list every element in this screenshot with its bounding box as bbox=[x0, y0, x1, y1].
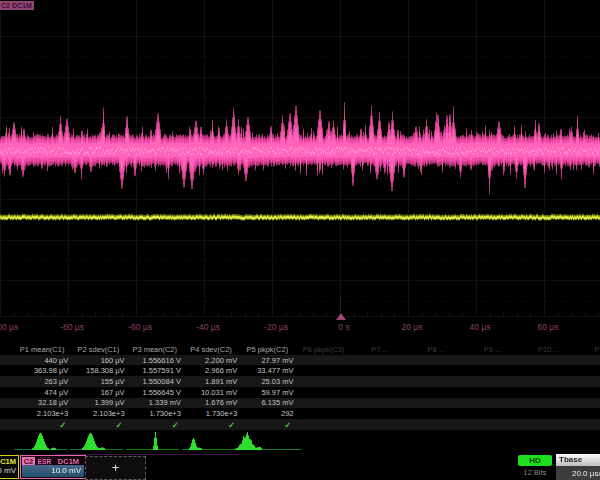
c1-scale-value: 50.0 mV bbox=[0, 465, 16, 476]
channel-c2-descriptor[interactable]: C2 ESR DC1M 10.0 mV bbox=[20, 455, 86, 479]
measure-value: 160 µV bbox=[70, 356, 126, 367]
measure-value: 1.891 mV bbox=[183, 377, 239, 388]
measure-value: 2.200 mV bbox=[183, 356, 239, 367]
measure-value: 292 bbox=[239, 409, 295, 420]
measure-header[interactable]: P2 sdev(C1) bbox=[70, 345, 126, 356]
channel-c1-descriptor[interactable]: DC1M 50.0 mV bbox=[0, 455, 19, 479]
measure-value: 1.730e+3 bbox=[127, 409, 183, 420]
measure-value: 1.339 mV bbox=[127, 398, 183, 409]
measure-value: 1.557591 V bbox=[127, 366, 183, 377]
time-axis-label: -20 µs bbox=[264, 322, 288, 332]
measure-value: 1.556645 V bbox=[127, 388, 183, 399]
measure-value: 474 µV bbox=[14, 388, 70, 399]
time-axis-label: 60 µs bbox=[538, 322, 559, 332]
measure-value: 1.556616 V bbox=[127, 356, 183, 367]
timebase-title: Tbase bbox=[556, 454, 600, 466]
measure-header[interactable]: P4 sdev(C2) bbox=[183, 345, 239, 356]
measure-value: 1.550084 V bbox=[127, 377, 183, 388]
measure-value: 155 µV bbox=[70, 377, 126, 388]
time-axis-label: -80 µs bbox=[60, 322, 84, 332]
measure-value: 167 µV bbox=[70, 388, 126, 399]
measure-status-check: ✓ bbox=[70, 421, 126, 430]
measure-value: 1.676 mV bbox=[183, 398, 239, 409]
measure-header-unused[interactable]: P11 ... bbox=[577, 345, 600, 356]
time-axis-label: -40 µs bbox=[196, 322, 220, 332]
measure-value: 25.03 mV bbox=[239, 377, 295, 388]
measure-value: 263 µV bbox=[14, 377, 70, 388]
plus-icon: + bbox=[112, 460, 120, 475]
trace-annotation: C2 DC1M bbox=[0, 1, 34, 10]
measure-header-unused[interactable]: P6 pkpk(C3) bbox=[296, 345, 352, 356]
measure-status-check: ✓ bbox=[183, 421, 239, 430]
measure-value: 1.399 µV bbox=[70, 398, 126, 409]
time-axis-label: -100 µs bbox=[0, 322, 18, 332]
measure-value: 33.477 mV bbox=[239, 366, 295, 377]
timebase-descriptor[interactable]: Tbase 20.0 µs/div bbox=[556, 454, 600, 480]
measure-value: 2.103e+3 bbox=[14, 409, 70, 420]
time-axis-label: 20 µs bbox=[402, 322, 423, 332]
measure-value: 6.135 mV bbox=[239, 398, 295, 409]
add-trace-button[interactable]: + bbox=[85, 456, 146, 480]
measure-value: 440 µV bbox=[14, 356, 70, 367]
measure-status-check: ✓ bbox=[239, 421, 295, 430]
measure-status-check: ✓ bbox=[14, 421, 70, 430]
timebase-value: 20.0 µs/div bbox=[572, 469, 600, 478]
hd-bits-label: 12 Bits bbox=[512, 468, 558, 477]
histicon-strip[interactable] bbox=[0, 431, 600, 455]
measure-value: 32.18 µV bbox=[14, 398, 70, 409]
measure-header[interactable]: P5 pkpk(C2) bbox=[239, 345, 295, 356]
measure-value: 2.103e+3 bbox=[70, 409, 126, 420]
c2-scale-value: 10.0 mV bbox=[22, 465, 84, 477]
measure-header[interactable]: P1 mean(C1) bbox=[14, 345, 70, 356]
time-axis-label: 0 s bbox=[338, 322, 349, 332]
measure-value: 1.730e+3 bbox=[183, 409, 239, 420]
measure-header[interactable]: P3 mean(C2) bbox=[127, 345, 183, 356]
measure-status-check: ✓ bbox=[127, 421, 183, 430]
measure-value: 363.98 µV bbox=[14, 366, 70, 377]
time-axis-label: -60 µs bbox=[128, 322, 152, 332]
measure-value: 27.97 mV bbox=[239, 356, 295, 367]
measure-value: 158.308 µV bbox=[70, 366, 126, 377]
measure-header-unused[interactable]: P10 ... bbox=[521, 345, 577, 356]
waveform-display[interactable] bbox=[0, 0, 600, 320]
measure-value: 10.031 mV bbox=[183, 388, 239, 399]
measure-value: 2.966 mV bbox=[183, 366, 239, 377]
oscilloscope-screen: C2 DC1M -100 µs -80 µs -60 µs -40 µs -20 µs 0… bbox=[0, 0, 600, 480]
measure-header-unused[interactable]: P7 ... bbox=[352, 345, 408, 356]
measure-header-unused[interactable]: P9 ... bbox=[464, 345, 520, 356]
time-axis-label: 40 µs bbox=[470, 322, 491, 332]
hd-mode-badge: HD bbox=[518, 455, 552, 466]
measure-value: 59.97 mV bbox=[239, 388, 295, 399]
measure-header-unused[interactable]: P8 ... bbox=[408, 345, 464, 356]
